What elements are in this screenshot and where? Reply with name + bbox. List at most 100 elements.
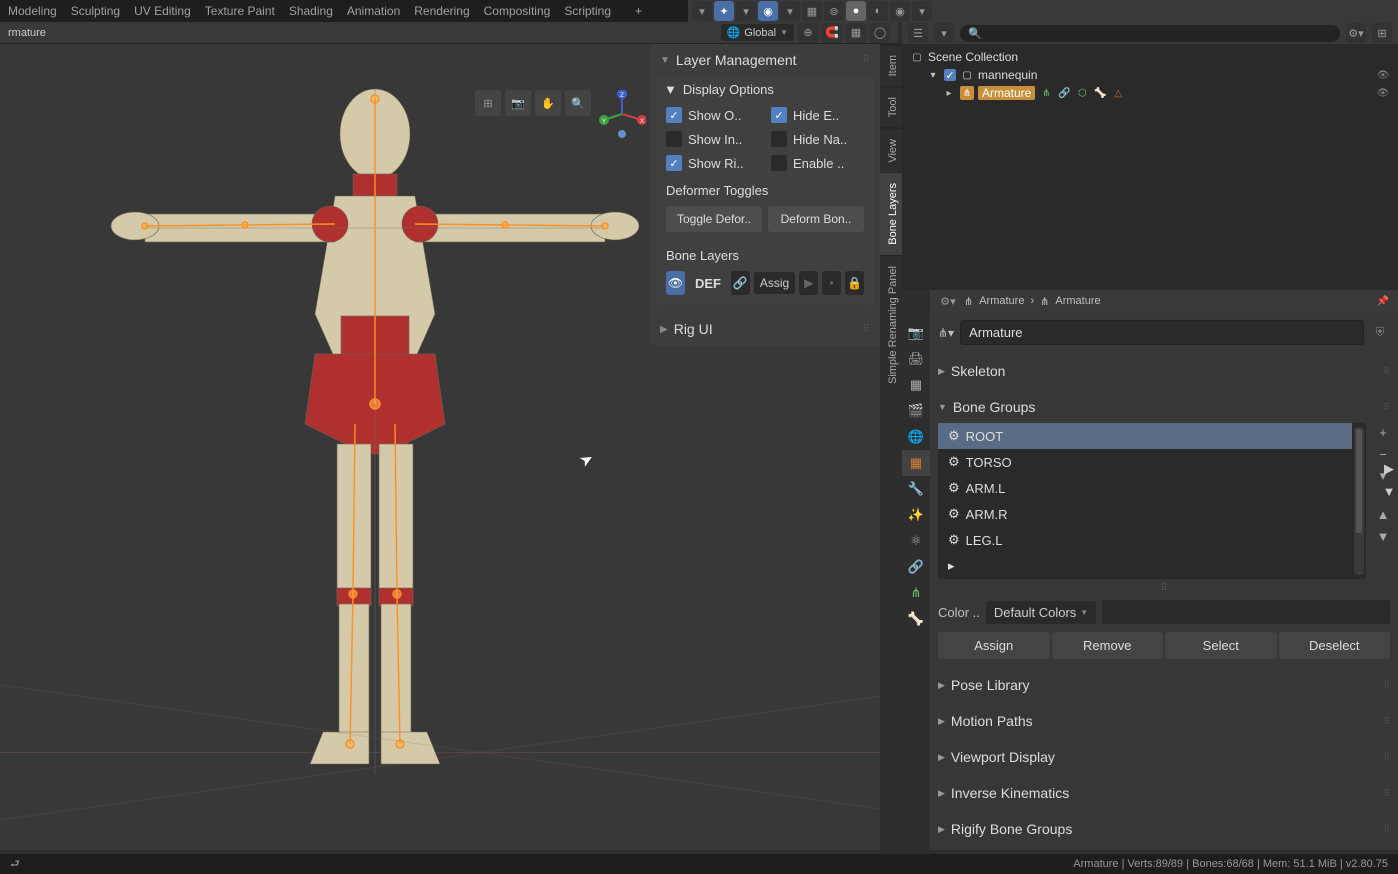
workspace-tab-texture[interactable]: Texture Paint xyxy=(205,4,275,18)
drag-icon[interactable]: ⠿ xyxy=(863,55,870,66)
prop-tab-particles[interactable]: ✨ xyxy=(902,502,930,528)
tab-tool[interactable]: Tool xyxy=(880,86,902,127)
deselect-button[interactable]: Deselect xyxy=(1279,632,1391,659)
prop-tab-constraints[interactable]: 🔗 xyxy=(902,554,930,580)
workspace-tab-sculpting[interactable]: Sculpting xyxy=(71,4,120,18)
constraint-icon[interactable]: 🔗 xyxy=(1057,86,1071,100)
orientation-dropdown[interactable]: 🌐 Global ▼ xyxy=(721,24,794,41)
data-icon[interactable]: ⬡ xyxy=(1075,86,1089,100)
hide-names-checkbox[interactable] xyxy=(771,131,787,147)
collection-checkbox[interactable]: ✓ xyxy=(944,69,956,81)
pivot-icon[interactable]: ⊕ xyxy=(798,23,818,43)
fake-user-icon[interactable]: ⛨ xyxy=(1370,323,1390,343)
nav-gizmo[interactable]: X Y Z xyxy=(598,90,646,138)
tab-view[interactable]: View xyxy=(880,128,902,173)
outliner-mode-icon[interactable]: ☰ xyxy=(908,23,928,43)
bone-group-arm-l[interactable]: ⚙ ARM.L xyxy=(938,475,1352,501)
color-set-dropdown[interactable]: Default Colors ▼ xyxy=(986,601,1096,624)
show-options-checkbox[interactable]: ✓ xyxy=(666,107,682,123)
drag-icon[interactable]: ⠿ xyxy=(1383,402,1390,413)
tab-simple-renaming[interactable]: Simple Renaming Panel xyxy=(880,255,902,394)
move-up-icon[interactable]: ▲ xyxy=(1374,505,1392,523)
tree-row-armature[interactable]: ▸ ⋔ Armature ⋔ 🔗 ⬡ 🦴 △ 👁 xyxy=(910,84,1390,102)
add-workspace-icon[interactable]: + xyxy=(635,4,642,18)
section-rigify-bone-groups[interactable]: ▶Rigify Bone Groups⠿ xyxy=(938,817,1390,841)
workspace-tab-uv[interactable]: UV Editing xyxy=(134,4,191,18)
prop-tab-output[interactable]: 🖨 xyxy=(902,346,930,372)
layer-visibility-icon[interactable]: 👁 xyxy=(666,271,685,295)
bone-icon[interactable]: 🦴 xyxy=(1093,86,1107,100)
expand-right-icon[interactable]: ▶ xyxy=(1380,460,1398,478)
section-viewport-display[interactable]: ▶Viewport Display⠿ xyxy=(938,745,1390,769)
proportional-icon[interactable]: ◯ xyxy=(870,23,890,43)
xray-icon[interactable]: ▦ xyxy=(802,1,822,21)
gizmo-dd-icon[interactable]: ▾ xyxy=(736,1,756,21)
layer-icon-arrow[interactable]: ▶ xyxy=(799,271,818,295)
show-index-checkbox[interactable] xyxy=(666,131,682,147)
collapse-icon[interactable]: ⮐ xyxy=(10,855,20,874)
add-group-icon[interactable]: + xyxy=(1374,423,1392,441)
breadcrumb-obj[interactable]: Armature xyxy=(979,295,1024,307)
workspace-tab-rendering[interactable]: Rendering xyxy=(414,4,469,18)
section-bone-groups[interactable]: ▼ Bone Groups ⠿ xyxy=(938,395,1390,419)
deform-bones-button[interactable]: Deform Bon.. xyxy=(768,206,864,232)
section-inverse-kinematics[interactable]: ▶Inverse Kinematics⠿ xyxy=(938,781,1390,805)
section-motion-paths[interactable]: ▶Motion Paths⠿ xyxy=(938,709,1390,733)
layer-icon-1[interactable]: 🔗 xyxy=(731,271,750,295)
toggle-deform-button[interactable]: Toggle Defor.. xyxy=(666,206,762,232)
tab-item[interactable]: Item xyxy=(880,44,902,86)
warn-icon[interactable]: △ xyxy=(1111,86,1125,100)
hide-empty-checkbox[interactable]: ✓ xyxy=(771,107,787,123)
zoom-icon[interactable]: 🔍 xyxy=(565,90,591,116)
workspace-tab-modeling[interactable]: Modeling xyxy=(8,4,57,18)
shading-solid-icon[interactable]: ● xyxy=(846,1,866,21)
workspace-tab-shading[interactable]: Shading xyxy=(289,4,333,18)
assign-layer-button[interactable]: Assig xyxy=(754,272,795,294)
prop-tab-viewlayer[interactable]: ▦ xyxy=(902,372,930,398)
bone-group-torso[interactable]: ⚙ TORSO xyxy=(938,449,1352,475)
bone-group-expand[interactable]: ▸ xyxy=(938,553,1352,579)
editor-type-icon[interactable]: ⚙▾ xyxy=(938,291,958,311)
select-button[interactable]: Select xyxy=(1165,632,1277,659)
pose-icon[interactable]: ⋔ xyxy=(1039,86,1053,100)
outliner-filter-icon[interactable]: ⚙▾ xyxy=(1346,23,1366,43)
move-down-icon[interactable]: ▼ xyxy=(1374,527,1392,545)
section-pose-library[interactable]: ▶Pose Library⠿ xyxy=(938,673,1390,697)
layer-management-header[interactable]: ▼ Layer Management ⠿ xyxy=(650,44,880,76)
prop-tab-scene[interactable]: 🎬 xyxy=(902,398,930,424)
layer-icon-dot[interactable]: • xyxy=(822,271,841,295)
shading-dd-icon[interactable]: ▾ xyxy=(912,1,932,21)
outliner-display-icon[interactable]: ▾ xyxy=(934,23,954,43)
workspace-tab-compositing[interactable]: Compositing xyxy=(484,4,551,18)
drag-icon[interactable]: ⠿ xyxy=(863,324,870,335)
bone-group-root[interactable]: ⚙ ROOT xyxy=(938,423,1352,449)
eye-icon[interactable]: 👁 xyxy=(1376,86,1390,100)
prop-tab-bone[interactable]: 🦴 xyxy=(902,606,930,632)
snap-icon[interactable]: 🧲 xyxy=(822,23,842,43)
eye-icon[interactable]: 👁 xyxy=(1376,68,1390,82)
shading-lookdev-icon[interactable]: ◐ xyxy=(868,1,888,21)
section-skeleton[interactable]: ▶ Skeleton ⠿ xyxy=(938,359,1390,383)
overlay-icon[interactable]: ◉ xyxy=(758,1,778,21)
armature-icon[interactable]: ⋔▾ xyxy=(938,326,954,340)
prop-tab-physics[interactable]: ⚛ xyxy=(902,528,930,554)
prop-tab-object[interactable]: ▦ xyxy=(902,450,930,476)
overlay-dd-icon[interactable]: ▾ xyxy=(780,1,800,21)
enable-checkbox[interactable] xyxy=(771,155,787,171)
pan-icon[interactable]: ✋ xyxy=(535,90,561,116)
tab-bone-layers[interactable]: Bone Layers xyxy=(880,172,902,255)
workspace-tab-animation[interactable]: Animation xyxy=(347,4,400,18)
rig-ui-header[interactable]: ▶ Rig UI ⠿ xyxy=(650,313,880,345)
shading-rendered-icon[interactable]: ◉ xyxy=(890,1,910,21)
bone-group-arm-r[interactable]: ⚙ ARM.R xyxy=(938,501,1352,527)
outliner-new-collection-icon[interactable]: ⊞ xyxy=(1372,23,1392,43)
remove-button[interactable]: Remove xyxy=(1052,632,1164,659)
color-swatches[interactable] xyxy=(1102,600,1390,624)
shading-wireframe-icon[interactable]: ⊚ xyxy=(824,1,844,21)
show-rig-checkbox[interactable]: ✓ xyxy=(666,155,682,171)
breadcrumb-data[interactable]: Armature xyxy=(1055,295,1100,307)
assign-button[interactable]: Assign xyxy=(938,632,1050,659)
bone-groups-scrollbar[interactable] xyxy=(1354,427,1364,575)
prop-tab-render[interactable]: 📷 xyxy=(902,320,930,346)
bone-group-leg-l[interactable]: ⚙ LEG.L xyxy=(938,527,1352,553)
